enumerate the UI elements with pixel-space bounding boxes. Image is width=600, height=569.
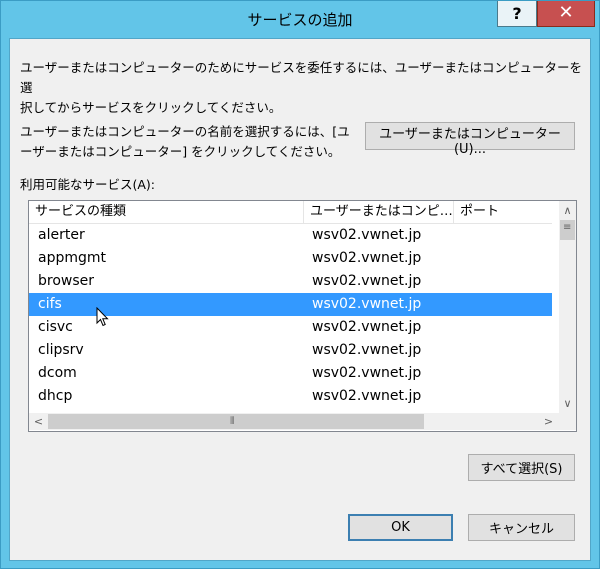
- host-cell: wsv02.vwnet.jp: [312, 296, 422, 312]
- table-row[interactable]: alerter wsv02.vwnet.jp: [29, 224, 552, 247]
- scrollbar-corner: [559, 413, 576, 430]
- service-type-cell: browser: [38, 273, 95, 289]
- close-icon: ✕: [558, 2, 574, 23]
- scroll-right-icon[interactable]: >: [540, 413, 557, 430]
- instruction-line-1: ユーザーまたはコンピューターのためにサービスを委任するには、ユーザーまたはコンピ…: [20, 60, 583, 95]
- list-header: サービスの種類 ユーザーまたはコンピ… ポート: [29, 201, 552, 224]
- horizontal-scrollbar[interactable]: < ⦀ >: [29, 413, 559, 430]
- help-icon: ?: [512, 4, 522, 23]
- services-list[interactable]: サービスの種類 ユーザーまたはコンピ… ポート alerter wsv02.vw…: [28, 200, 577, 432]
- ok-button[interactable]: OK: [348, 514, 453, 541]
- service-type-cell: appmgmt: [38, 250, 107, 266]
- column-header-port[interactable]: ポート: [454, 201, 552, 223]
- table-row[interactable]: dhcp wsv02.vwnet.jp: [29, 385, 552, 408]
- host-cell: wsv02.vwnet.jp: [312, 388, 422, 404]
- host-cell: wsv02.vwnet.jp: [312, 319, 422, 335]
- host-cell: wsv02.vwnet.jp: [312, 273, 422, 289]
- horizontal-scroll-thumb[interactable]: ⦀: [48, 414, 424, 429]
- instruction-line-2: 択してからサービスをクリックしてください。: [20, 100, 282, 115]
- vertical-scrollbar[interactable]: ∧ ≡ ∨: [559, 201, 576, 413]
- host-cell: wsv02.vwnet.jp: [312, 342, 422, 358]
- select-instruction-line-2: ーザーまたはコンピューター] をクリックしてください。: [20, 144, 341, 159]
- grip-icon: ≡: [563, 222, 572, 233]
- available-services-label: 利用可能なサービス(A):: [20, 177, 156, 192]
- scroll-down-icon[interactable]: ∨: [559, 395, 576, 412]
- service-type-cell: alerter: [38, 227, 85, 243]
- close-button[interactable]: ✕: [537, 1, 595, 27]
- select-user-or-computer-button[interactable]: ユーザーまたはコンピューター(U)...: [365, 122, 575, 157]
- host-cell: wsv02.vwnet.jp: [312, 250, 422, 266]
- vertical-scroll-thumb[interactable]: ≡: [560, 220, 575, 240]
- dialog-window: サービスの追加 ? ✕ ユーザーまたはコンピューターのためにサービスを委任するに…: [0, 0, 600, 569]
- cancel-button[interactable]: キャンセル: [468, 514, 575, 541]
- select-instruction-text: ユーザーまたはコンピューターの名前を選択するには、[ユ ーザーまたはコンピュータ…: [20, 122, 365, 162]
- grip-icon: ⦀: [230, 416, 235, 427]
- service-type-cell: dcom: [38, 365, 77, 381]
- service-type-cell: clipsrv: [38, 342, 84, 358]
- select-instruction-line-1: ユーザーまたはコンピューターの名前を選択するには、[ユ: [20, 124, 350, 139]
- instruction-text: ユーザーまたはコンピューターのためにサービスを委任するには、ユーザーまたはコンピ…: [20, 58, 590, 118]
- service-type-cell: cifs: [38, 296, 62, 312]
- help-button[interactable]: ?: [497, 1, 537, 27]
- scroll-up-icon[interactable]: ∧: [559, 202, 576, 219]
- title-bar[interactable]: サービスの追加 ? ✕: [1, 1, 599, 37]
- scroll-left-icon[interactable]: <: [30, 413, 47, 430]
- dialog-body: ユーザーまたはコンピューターのためにサービスを委任するには、ユーザーまたはコンピ…: [9, 38, 591, 561]
- table-row[interactable]: browser wsv02.vwnet.jp: [29, 270, 552, 293]
- table-row[interactable]: appmgmt wsv02.vwnet.jp: [29, 247, 552, 270]
- table-row[interactable]: dcom wsv02.vwnet.jp: [29, 362, 552, 385]
- column-header-service-type[interactable]: サービスの種類: [29, 201, 304, 223]
- host-cell: wsv02.vwnet.jp: [312, 365, 422, 381]
- host-cell: wsv02.vwnet.jp: [312, 227, 422, 243]
- mouse-cursor-icon: [96, 307, 109, 327]
- service-type-cell: dhcp: [38, 388, 73, 404]
- column-header-user-or-computer[interactable]: ユーザーまたはコンピ…: [304, 201, 454, 223]
- table-row[interactable]: clipsrv wsv02.vwnet.jp: [29, 339, 552, 362]
- select-all-button[interactable]: すべて選択(S): [468, 454, 575, 481]
- service-type-cell: cisvc: [38, 319, 73, 335]
